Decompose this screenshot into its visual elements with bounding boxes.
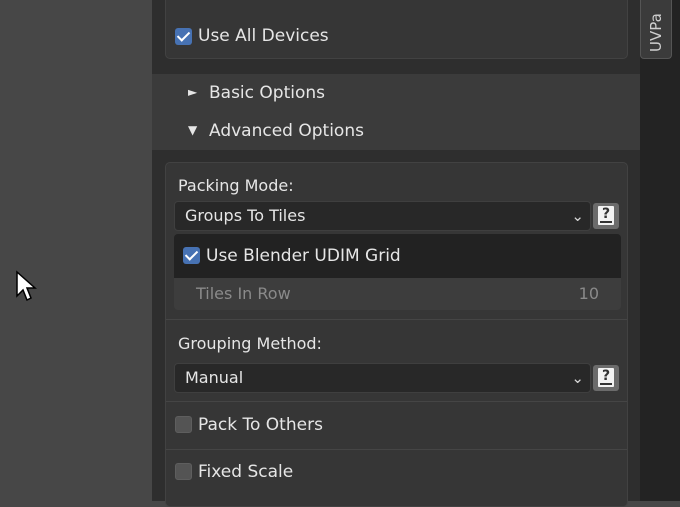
sidebar-tab-strip: UVPa	[640, 0, 680, 501]
grouping-method-dropdown[interactable]: Manual ⌄	[174, 363, 591, 393]
help-icon: ?	[598, 206, 614, 225]
tiles-in-row-value: 10	[578, 284, 599, 303]
tab-uvpackmaster[interactable]: UVPa	[640, 0, 672, 59]
grouping-method-label: Grouping Method:	[178, 334, 322, 353]
divider	[166, 319, 627, 320]
tiles-in-row-label: Tiles In Row	[196, 284, 291, 303]
grouping-method-help-button[interactable]: ?	[593, 365, 619, 391]
basic-options-header[interactable]: ► Basic Options	[152, 74, 640, 112]
grouping-method-value: Manual	[185, 368, 244, 387]
3d-viewport[interactable]	[0, 0, 152, 501]
advanced-options-label: Advanced Options	[209, 121, 364, 141]
expand-open-icon: ▼	[188, 123, 198, 137]
fixed-scale-checkbox[interactable]	[175, 463, 192, 480]
use-udim-grid-label[interactable]: Use Blender UDIM Grid	[206, 246, 401, 266]
expand-closed-icon: ►	[188, 85, 198, 99]
pack-to-others-label[interactable]: Pack To Others	[198, 415, 323, 435]
packing-mode-value: Groups To Tiles	[185, 206, 306, 225]
use-all-devices-label[interactable]: Use All Devices	[198, 26, 329, 46]
tiles-in-row-field[interactable]: Tiles In Row 10	[174, 278, 621, 310]
packing-mode-help-button[interactable]: ?	[593, 203, 619, 229]
packing-mode-dropdown[interactable]: Groups To Tiles ⌄	[174, 201, 591, 231]
chevron-down-icon: ⌄	[571, 369, 584, 387]
divider	[166, 449, 627, 450]
fixed-scale-label[interactable]: Fixed Scale	[198, 462, 293, 482]
pack-to-others-checkbox[interactable]	[175, 416, 192, 433]
basic-options-label: Basic Options	[209, 83, 326, 103]
divider	[166, 401, 627, 402]
chevron-down-icon: ⌄	[571, 207, 584, 225]
advanced-options-header[interactable]: ▼ Advanced Options	[152, 112, 640, 150]
help-icon: ?	[598, 368, 614, 387]
use-all-devices-checkbox[interactable]	[175, 28, 192, 45]
tab-label: UVPa	[647, 13, 665, 52]
mouse-pointer-icon	[16, 270, 37, 302]
packing-mode-label: Packing Mode:	[178, 176, 294, 195]
use-udim-grid-checkbox[interactable]	[183, 247, 200, 264]
